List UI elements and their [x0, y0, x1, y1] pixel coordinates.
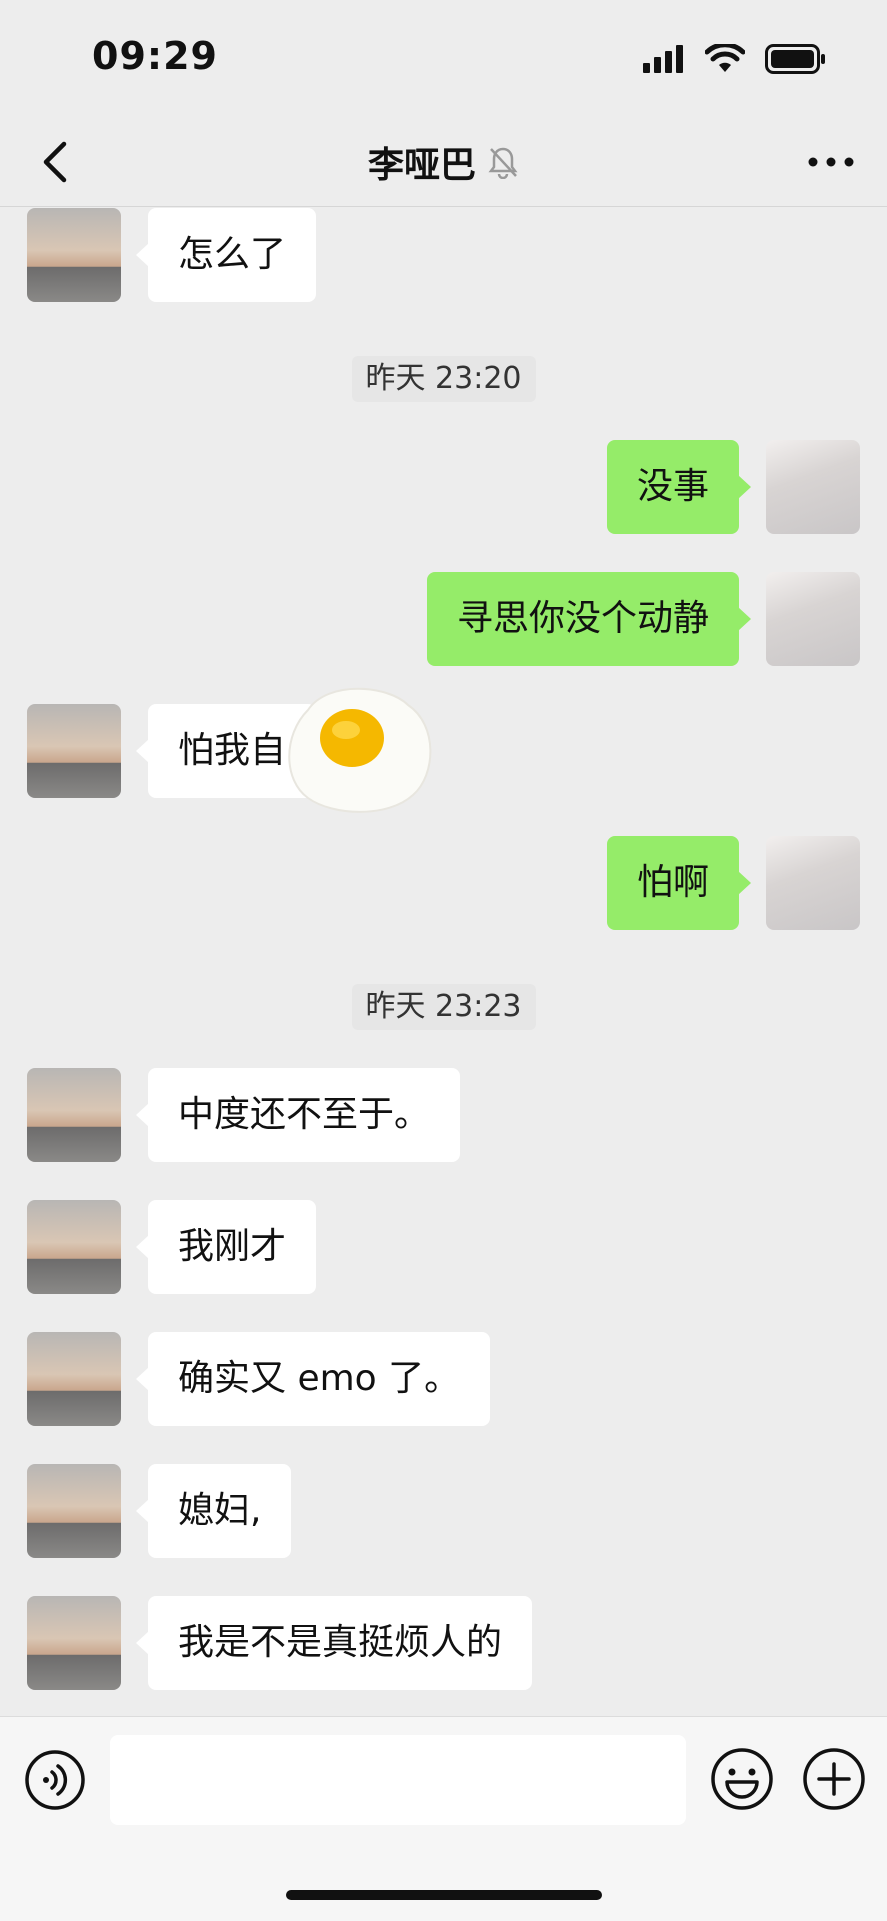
- message-row: 中度还不至于。: [0, 1068, 887, 1162]
- signal-icon: [643, 45, 683, 73]
- chat-title-wrap: 李哑巴: [0, 136, 887, 188]
- my-avatar[interactable]: [766, 440, 860, 534]
- emoji-icon[interactable]: [710, 1747, 774, 1811]
- message-row: 寻思你没个动静: [0, 572, 887, 666]
- plus-icon[interactable]: [802, 1747, 866, 1811]
- status-time: 09:29: [92, 34, 218, 78]
- message-row: 怎么了: [0, 208, 887, 302]
- message-bubble[interactable]: 没事: [606, 440, 752, 534]
- contact-avatar[interactable]: [27, 1200, 121, 1294]
- chat-title[interactable]: 李哑巴: [368, 145, 476, 186]
- message-bubble[interactable]: 怎么了: [135, 208, 317, 302]
- message-bubble[interactable]: 中度还不至于。: [135, 1068, 461, 1162]
- message-bubble[interactable]: 怕啊: [606, 836, 752, 930]
- message-row: 媳妇,: [0, 1464, 887, 1558]
- contact-avatar[interactable]: [27, 704, 121, 798]
- message-bubble[interactable]: 我刚才: [135, 1200, 317, 1294]
- timestamp: 昨天 23:23: [351, 984, 536, 1030]
- battery-icon: [765, 44, 825, 74]
- wifi-icon: [705, 44, 745, 72]
- mute-bell-icon: [488, 147, 518, 179]
- my-avatar[interactable]: [766, 836, 860, 930]
- status-icons: [643, 44, 827, 74]
- contact-avatar[interactable]: [27, 1464, 121, 1558]
- contact-avatar[interactable]: [27, 208, 121, 302]
- message-row: 怕啊: [0, 836, 887, 930]
- message-bubble[interactable]: 媳妇,: [135, 1464, 292, 1558]
- message-row: 怕我自: [0, 704, 887, 798]
- contact-avatar[interactable]: [27, 1596, 121, 1690]
- message-row: 没事: [0, 440, 887, 534]
- status-bar: 09:29: [0, 0, 887, 120]
- voice-icon[interactable]: [24, 1749, 86, 1811]
- message-row: 我是不是真挺烦人的: [0, 1596, 887, 1690]
- contact-avatar[interactable]: [27, 1068, 121, 1162]
- home-indicator[interactable]: [286, 1890, 602, 1900]
- timestamp: 昨天 23:20: [351, 356, 536, 402]
- message-bubble[interactable]: 我是不是真挺烦人的: [135, 1596, 533, 1690]
- chat-header: 李哑巴: [0, 120, 887, 207]
- message-bubble[interactable]: 确实又 emo 了。: [135, 1332, 491, 1426]
- message-row: 确实又 emo 了。: [0, 1332, 887, 1426]
- message-bubble[interactable]: 寻思你没个动静: [426, 572, 752, 666]
- fried-egg-sticker: [288, 687, 432, 813]
- contact-avatar[interactable]: [27, 1332, 121, 1426]
- my-avatar[interactable]: [766, 572, 860, 666]
- message-input[interactable]: [110, 1735, 686, 1825]
- more-icon[interactable]: [801, 140, 861, 184]
- message-row: 我刚才: [0, 1200, 887, 1294]
